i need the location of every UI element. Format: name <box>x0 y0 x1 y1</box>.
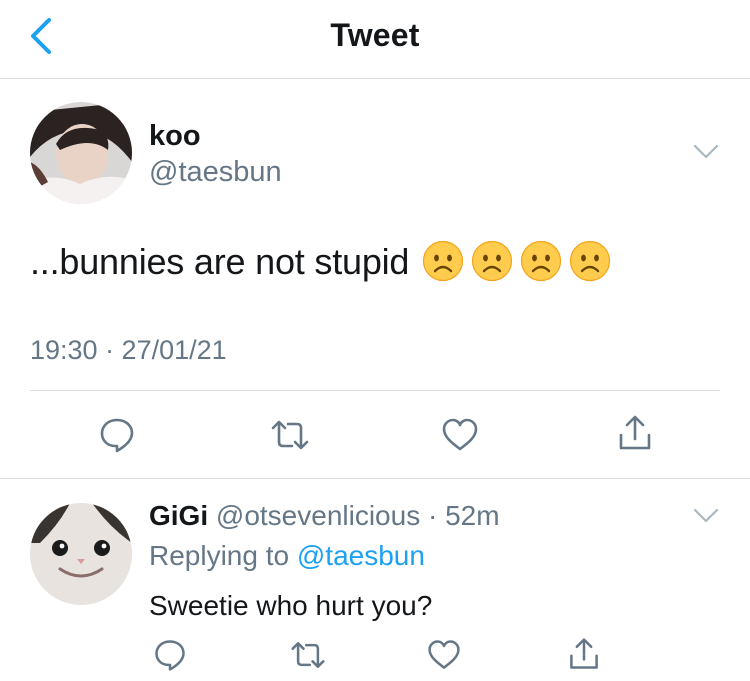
reply-retweet-button[interactable] <box>290 637 330 677</box>
retweet-icon <box>271 420 309 450</box>
reply-text: Sweetie who hurt you? <box>149 590 433 621</box>
frowning-face-icon <box>472 240 513 282</box>
tweet-text: ...bunnies are not stupid <box>30 241 410 282</box>
chevron-down-icon <box>693 144 719 159</box>
reply-share-button[interactable] <box>566 636 606 676</box>
reply-reply-button[interactable] <box>152 637 192 677</box>
frowning-face-icon <box>570 240 611 282</box>
author-handle[interactable]: @taesbun <box>149 156 282 189</box>
reply-like-button[interactable] <box>426 637 466 677</box>
share-icon <box>619 415 651 450</box>
like-button[interactable] <box>440 415 480 455</box>
page-title: Tweet <box>330 17 420 53</box>
replying-to-link[interactable]: @taesbun <box>297 540 425 571</box>
heart-icon <box>442 418 478 451</box>
replying-prefix: Replying to <box>149 540 297 571</box>
chevron-down-icon <box>693 508 719 523</box>
reply-avatar[interactable] <box>30 503 132 605</box>
profile-photo <box>30 503 132 605</box>
reply-menu-button[interactable] <box>692 507 720 525</box>
meta-separator: · <box>420 500 446 531</box>
share-button[interactable] <box>615 413 655 453</box>
tweet-timestamp: 19:30 · 27/01/21 <box>30 335 227 365</box>
reply-author-name[interactable]: GiGi <box>149 500 208 531</box>
share-icon <box>570 638 598 669</box>
reply-author-handle[interactable]: @otsevenlicious <box>216 500 420 531</box>
heart-icon <box>428 640 460 669</box>
retweet-icon <box>291 642 325 668</box>
frowning-face-icon <box>521 240 562 282</box>
comment-icon <box>155 640 185 671</box>
divider <box>30 390 720 391</box>
section-divider <box>0 478 750 479</box>
reply-age: 52m <box>445 500 500 531</box>
frowning-face-icon <box>423 240 464 282</box>
replying-to: Replying to @taesbun <box>149 540 425 572</box>
profile-photo <box>30 102 132 204</box>
reply-button[interactable] <box>97 415 137 455</box>
tweet-body: ...bunnies are not stupid <box>30 240 611 283</box>
avatar[interactable] <box>30 102 132 204</box>
reply-header: GiGi @otsevenlicious · 52m <box>149 500 500 532</box>
author-name[interactable]: koo <box>149 120 201 153</box>
retweet-button[interactable] <box>270 415 310 455</box>
top-bar: Tweet <box>0 0 750 79</box>
tweet-menu-button[interactable] <box>692 143 720 161</box>
comment-icon <box>100 418 134 453</box>
